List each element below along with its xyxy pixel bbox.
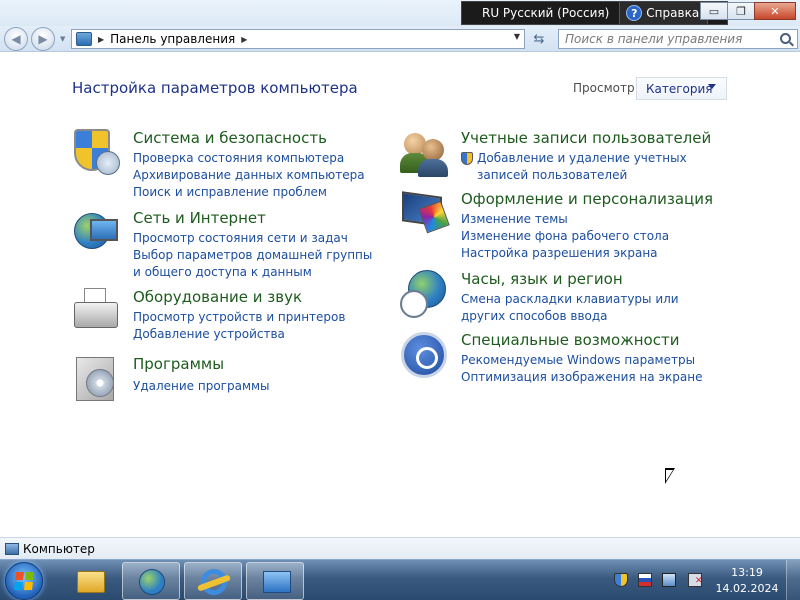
category-hardware-sound: Оборудование и звук Просмотр устройств и…	[72, 288, 392, 344]
search-box[interactable]	[558, 29, 798, 49]
close-button[interactable]: ✕	[754, 2, 796, 20]
view-by-label: Просмотр:	[573, 81, 639, 95]
category-link[interactable]: Просмотр устройств и принтеров	[133, 309, 383, 326]
programs-disc-icon[interactable]	[72, 355, 120, 403]
search-input[interactable]	[565, 32, 775, 46]
category-link[interactable]: Проверка состояния компьютера	[133, 150, 383, 167]
uac-shield-icon	[461, 152, 473, 165]
clock-time: 13:19	[731, 566, 763, 579]
category-link[interactable]: Изменение фона рабочего стола	[461, 228, 711, 245]
category-link[interactable]: Выбор параметров домашней группы и общег…	[133, 247, 373, 281]
window-controls: ▭ ❐ ✕	[700, 2, 796, 20]
category-link[interactable]: Настройка разрешения экрана	[461, 245, 711, 262]
maximize-button[interactable]: ❐	[727, 2, 755, 20]
category-clock-language-region: Часы, язык и регион Смена раскладки клав…	[400, 270, 740, 330]
help-button[interactable]: ? Справка	[619, 2, 708, 24]
category-link[interactable]: Архивирование данных компьютера	[133, 167, 383, 184]
category-title[interactable]: Программы	[133, 355, 224, 373]
accessibility-icon[interactable]	[400, 331, 448, 379]
category-link[interactable]: Поиск и исправление проблем	[133, 184, 383, 201]
control-panel-icon	[263, 571, 291, 593]
category-link[interactable]: Удаление программы	[133, 378, 383, 395]
category-accessibility: Специальные возможности Рекомендуемые Wi…	[400, 331, 740, 391]
forward-button[interactable]: ▶	[31, 27, 55, 51]
clock[interactable]: 13:19 14.02.2024	[712, 565, 782, 597]
breadcrumb-control-panel[interactable]: Панель управления	[110, 32, 235, 46]
category-personalization: Оформление и персонализация Изменение те…	[400, 190, 740, 260]
search-icon[interactable]	[780, 33, 791, 44]
category-title[interactable]: Специальные возможности	[461, 331, 679, 349]
details-label: Компьютер	[23, 541, 95, 556]
taskbar-control-panel-button[interactable]	[246, 562, 304, 600]
view-by-value: Категория	[646, 81, 713, 96]
back-button[interactable]: ◀	[4, 27, 28, 51]
category-title[interactable]: Учетные записи пользователей	[461, 129, 711, 147]
category-title[interactable]: Часы, язык и регион	[461, 270, 623, 288]
category-link[interactable]: Просмотр состояния сети и задач	[133, 230, 373, 247]
help-label: Справка	[646, 6, 700, 20]
taskbar-network-button[interactable]	[122, 562, 180, 600]
category-programs: Программы Удаление программы	[72, 355, 392, 411]
computer-icon	[5, 542, 19, 555]
minimize-button[interactable]: ▭	[700, 2, 728, 20]
view-by-dropdown[interactable]: Категория	[636, 77, 727, 100]
category-title[interactable]: Система и безопасность	[133, 129, 327, 147]
recent-pages-dropdown[interactable]: ▼	[60, 35, 65, 43]
control-panel-icon	[76, 32, 92, 46]
network-globe-icon[interactable]	[72, 209, 120, 257]
category-title[interactable]: Оборудование и звук	[133, 288, 302, 306]
shield-icon[interactable]	[72, 129, 120, 177]
show-desktop-button[interactable]	[786, 560, 800, 600]
network-tray-icon[interactable]	[662, 573, 676, 587]
mouse-cursor-icon	[665, 468, 675, 484]
address-history-dropdown[interactable]: ▼	[514, 32, 520, 41]
personalization-icon[interactable]	[400, 190, 450, 238]
taskbar-explorer-button[interactable]	[60, 562, 118, 600]
language-flag-icon[interactable]	[638, 573, 652, 587]
start-button[interactable]	[5, 562, 43, 600]
users-icon[interactable]	[400, 129, 448, 177]
category-link[interactable]: Рекомендуемые Windows параметры	[461, 352, 711, 369]
category-title[interactable]: Оформление и персонализация	[461, 190, 713, 208]
category-link[interactable]: Оптимизация изображения на экране	[461, 369, 711, 386]
category-link[interactable]: Добавление устройства	[133, 326, 383, 343]
category-link[interactable]: Изменение темы	[461, 211, 711, 228]
breadcrumb-arrow-icon[interactable]: ▶	[241, 35, 247, 44]
action-center-icon[interactable]	[614, 573, 628, 587]
category-system-security: Система и безопасность Проверка состояни…	[72, 129, 392, 199]
internet-explorer-icon	[201, 569, 227, 595]
window-titlebar: RU Русский (Россия) ? Справка ▾ ▭ ❐ ✕	[0, 0, 800, 26]
category-user-accounts: Учетные записи пользователей Добавление …	[400, 129, 740, 195]
taskbar: 13:19 14.02.2024	[0, 559, 800, 600]
language-bar: RU Русский (Россия) ? Справка ▾	[461, 1, 729, 25]
network-icon	[139, 569, 165, 595]
volume-muted-icon[interactable]	[688, 573, 703, 587]
printer-icon[interactable]	[72, 288, 120, 336]
refresh-button[interactable]: ⇆	[528, 29, 550, 49]
navigation-bar: ◀ ▶ ▼ ▶ Панель управления ▶ ▼ ⇆	[0, 26, 800, 52]
clock-date: 14.02.2024	[715, 582, 779, 595]
folder-icon	[77, 571, 105, 593]
address-bar[interactable]: ▶ Панель управления ▶ ▼	[71, 29, 525, 49]
page-title: Настройка параметров компьютера	[72, 79, 358, 97]
help-icon: ?	[626, 5, 643, 21]
category-link[interactable]: Добавление и удаление учетных записей по…	[477, 150, 721, 184]
windows-logo-icon	[14, 572, 34, 590]
category-title[interactable]: Сеть и Интернет	[133, 209, 266, 227]
chevron-down-icon	[708, 84, 716, 89]
language-indicator[interactable]: RU Русский (Россия)	[462, 2, 619, 24]
category-link[interactable]: Смена раскладки клавиатуры или других сп…	[461, 291, 701, 325]
details-pane: Компьютер	[0, 537, 800, 559]
breadcrumb-arrow-icon[interactable]: ▶	[98, 35, 104, 44]
taskbar-ie-button[interactable]	[184, 562, 242, 600]
clock-globe-icon[interactable]	[400, 270, 448, 318]
control-panel-content: Настройка параметров компьютера Просмотр…	[0, 53, 800, 537]
category-network-internet: Сеть и Интернет Просмотр состояния сети …	[72, 209, 392, 279]
